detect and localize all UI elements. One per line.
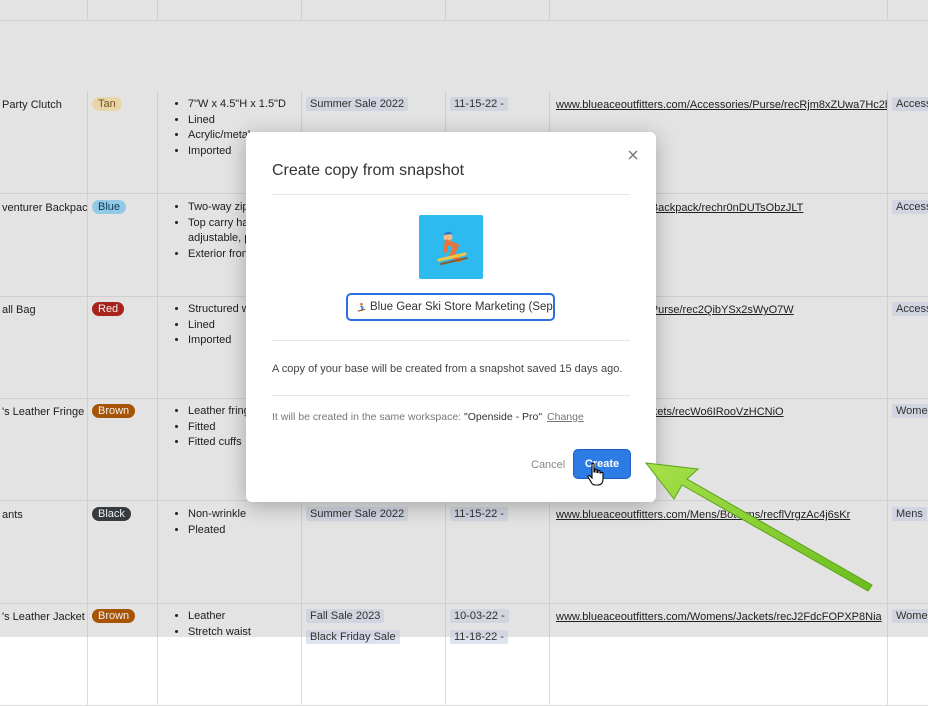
workspace-prefix: It will be created in the same workspace…: [272, 411, 462, 423]
hand-cursor-icon: [587, 463, 604, 486]
skier-icon: [419, 215, 483, 279]
dialog-title: Create copy from snapshot: [272, 162, 465, 179]
workspace-name: "Openside - Pro": [464, 411, 543, 423]
change-workspace-link[interactable]: Change: [547, 411, 584, 423]
base-name-input[interactable]: Blue Gear Ski Store Marketing (Sep: [346, 293, 555, 321]
divider: [272, 194, 630, 195]
divider: [272, 395, 630, 396]
create-copy-dialog: Create copy from snapshot Blue Gear Ski …: [246, 132, 656, 502]
workspace-line: It will be created in the same workspace…: [272, 411, 584, 423]
close-icon[interactable]: [626, 148, 640, 162]
cancel-button[interactable]: Cancel: [531, 459, 565, 471]
base-name-value: Blue Gear Ski Store Marketing (Sep: [370, 301, 553, 313]
arrow-icon: [644, 462, 873, 592]
skier-icon: [357, 302, 366, 312]
copy-description: A copy of your base will be created from…: [272, 363, 623, 375]
divider: [272, 340, 630, 341]
